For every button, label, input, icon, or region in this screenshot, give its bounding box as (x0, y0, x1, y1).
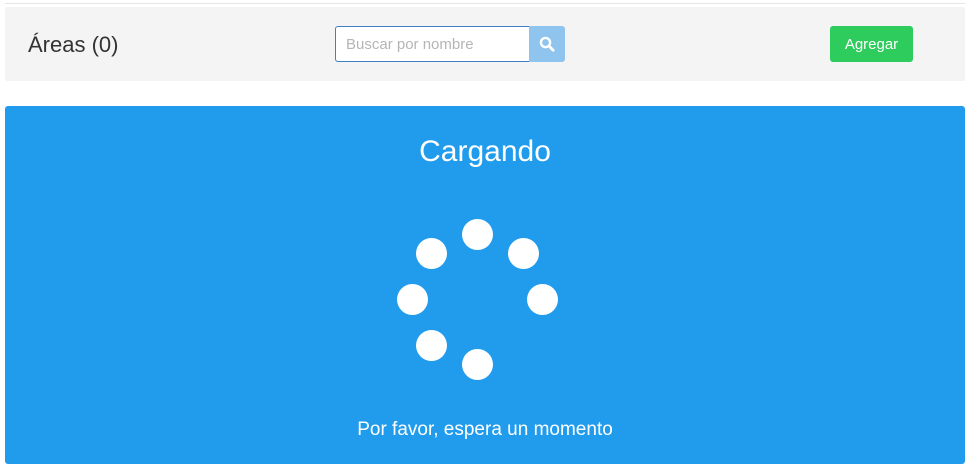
spinner-dot (397, 284, 428, 315)
page-title: Áreas (0) (28, 32, 119, 57)
top-divider (5, 3, 965, 4)
spinner-dot (462, 219, 493, 250)
search-icon (539, 36, 555, 52)
header-bar: Áreas (0) Agregar (5, 7, 965, 81)
spinner-dot (416, 238, 447, 269)
search-input[interactable] (335, 26, 529, 62)
loading-panel: Cargando Por favor, espera un momento (5, 106, 965, 464)
spinner-dot (527, 284, 558, 315)
loading-spinner-icon (385, 209, 585, 389)
spinner-dot (416, 330, 447, 361)
loading-message: Por favor, espera un momento (357, 419, 613, 440)
spinner-dot (508, 238, 539, 269)
loading-title: Cargando (419, 135, 551, 168)
spinner-dot (462, 349, 493, 380)
add-button[interactable]: Agregar (830, 26, 913, 62)
search-group (335, 26, 565, 62)
page: Áreas (0) Agregar Cargando Por favor, es… (0, 0, 973, 470)
search-button[interactable] (529, 26, 565, 62)
